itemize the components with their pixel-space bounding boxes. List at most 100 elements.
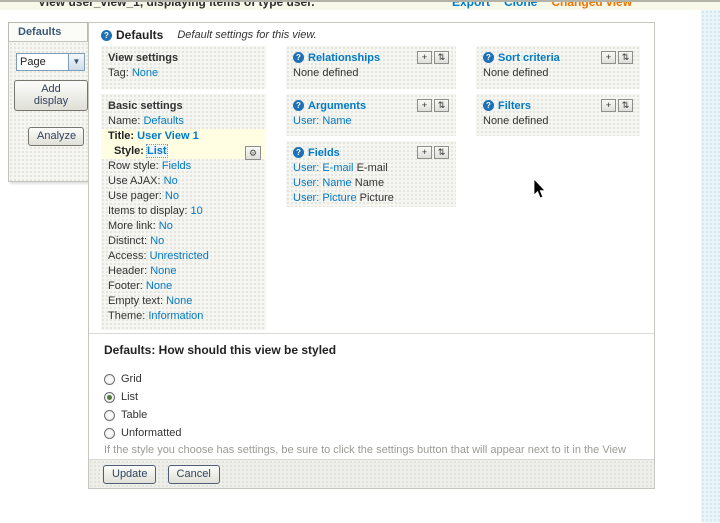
setting-row-footer: Footer: None [108,279,259,294]
style-settings-gear-icon[interactable]: ⚙ [245,146,261,160]
analyze-button[interactable]: Analyze [28,127,84,146]
argument-user-name-link[interactable]: User: Name [293,115,352,127]
help-icon[interactable]: ? [483,52,494,63]
filters-box: ? Filters + ⇅ None defined [476,94,640,136]
arguments-header: ? Arguments + ⇅ [293,98,449,113]
argument-item: User: Name [293,114,449,129]
field-item: User: E-mail E-mail [293,161,449,176]
select-value: Page [17,56,68,68]
field-item: User: Picture Picture [293,191,449,206]
more-link-value-link[interactable]: No [159,220,173,232]
help-icon[interactable]: ? [101,30,112,41]
radio-icon[interactable] [104,374,115,385]
row-style-value-link[interactable]: Fields [162,160,191,172]
chevron-down-icon[interactable]: ▼ [68,54,84,70]
setting-row-style: Style: List [108,144,259,159]
setting-row-title: Title: User View 1 [108,129,259,144]
fields-header: ? Fields + ⇅ [293,145,449,160]
help-icon[interactable]: ? [293,52,304,63]
sort-criteria-empty-text: None defined [483,66,633,81]
add-icon[interactable]: + [601,99,616,112]
help-icon[interactable]: ? [293,147,304,158]
title-value-link[interactable]: User View 1 [137,130,199,142]
arguments-box: ? Arguments + ⇅ User: Name [286,94,456,136]
rearrange-icon[interactable]: ⇅ [618,51,633,64]
header-value-link[interactable]: None [150,265,176,277]
field-user-name-link[interactable]: User: Name [293,177,352,189]
setting-row-items-to-display: Items to display: 10 [108,204,259,219]
views-admin-page: View user_view_1, displaying items of ty… [0,0,720,523]
relationships-header: ? Relationships + ⇅ [293,50,449,65]
view-settings-box: View settings Tag: None [101,46,266,89]
setting-row-more-link: More link: No [108,219,259,234]
setting-row-empty-text: Empty text: None [108,294,259,309]
style-form-heading: Defaults: How should this view be styled [104,343,336,357]
setting-row-use-pager: Use pager: No [108,189,259,204]
radio-option-unformatted[interactable]: Unformatted [104,427,182,439]
relationships-empty-text: None defined [293,66,449,81]
rearrange-icon[interactable]: ⇅ [434,99,449,112]
filters-header: ? Filters + ⇅ [483,98,633,113]
fields-box: ? Fields + ⇅ User: E-mail E-mail User: N… [286,141,456,207]
tag-value-link[interactable]: None [132,67,158,79]
empty-text-value-link[interactable]: None [166,295,192,307]
basic-settings-header: Basic settings [108,98,259,113]
panel-header: ? Defaults Default settings for this vie… [101,28,317,42]
access-value-link[interactable]: Unrestricted [150,250,209,262]
style-value-link[interactable]: List [147,145,167,157]
rearrange-icon[interactable]: ⇅ [434,146,449,159]
field-user-email-link[interactable]: User: E-mail [293,162,354,174]
radio-icon[interactable] [104,392,115,403]
clone-link[interactable]: Clone [504,0,537,9]
panel-title: Defaults [116,28,163,42]
section-divider [89,333,654,334]
add-display-type-select[interactable]: Page ▼ [16,53,85,71]
radio-option-list[interactable]: List [104,391,138,403]
footer-value-link[interactable]: None [146,280,172,292]
help-icon[interactable]: ? [293,100,304,111]
use-pager-value-link[interactable]: No [165,190,179,202]
field-item: User: Name Name [293,176,449,191]
add-icon[interactable]: + [601,51,616,64]
radio-icon[interactable] [104,410,115,421]
setting-row-row-style: Row style: Fields [108,159,259,174]
setting-row-tag: Tag: None [108,66,259,81]
setting-row-distinct: Distinct: No [108,234,259,249]
rearrange-icon[interactable]: ⇅ [618,99,633,112]
tab-defaults[interactable]: Defaults [8,22,88,41]
name-value-link[interactable]: Defaults [143,115,183,127]
filters-title-link[interactable]: Filters [498,100,531,112]
display-sidebar: Page ▼ Add display Analyze [8,41,92,182]
update-button[interactable]: Update [103,465,156,484]
sort-criteria-header: ? Sort criteria + ⇅ [483,50,633,65]
help-icon[interactable]: ? [483,100,494,111]
arguments-title-link[interactable]: Arguments [308,100,366,112]
add-display-button[interactable]: Add display [14,80,88,111]
form-footer: Update Cancel [89,459,654,488]
add-icon[interactable]: + [417,146,432,159]
view-settings-title: View settings [108,52,178,64]
view-description-title: View user_view_1, displaying items of ty… [38,0,315,9]
add-icon[interactable]: + [417,51,432,64]
radio-icon[interactable] [104,428,115,439]
use-ajax-value-link[interactable]: No [164,175,178,187]
export-link[interactable]: Export [452,0,490,9]
distinct-value-link[interactable]: No [150,235,164,247]
cancel-button[interactable]: Cancel [168,465,220,484]
right-page-margin-strip [701,10,720,523]
items-to-display-value-link[interactable]: 10 [191,205,203,217]
field-user-picture-link[interactable]: User: Picture [293,192,357,204]
setting-row-name: Name: Defaults [108,114,259,129]
radio-option-grid[interactable]: Grid [104,373,142,385]
fields-title-link[interactable]: Fields [308,147,340,159]
add-icon[interactable]: + [417,99,432,112]
highlighted-settings-group: Title: User View 1 Style: List ⚙ [101,129,266,159]
setting-row-use-ajax: Use AJAX: No [108,174,259,189]
rearrange-icon[interactable]: ⇅ [434,51,449,64]
theme-value-link[interactable]: Information [148,310,203,322]
relationships-title-link[interactable]: Relationships [308,52,380,64]
radio-option-table[interactable]: Table [104,409,147,421]
view-action-links: ExportCloneChanged view [452,0,632,9]
sort-criteria-title-link[interactable]: Sort criteria [498,52,560,64]
sort-criteria-box: ? Sort criteria + ⇅ None defined [476,46,640,89]
